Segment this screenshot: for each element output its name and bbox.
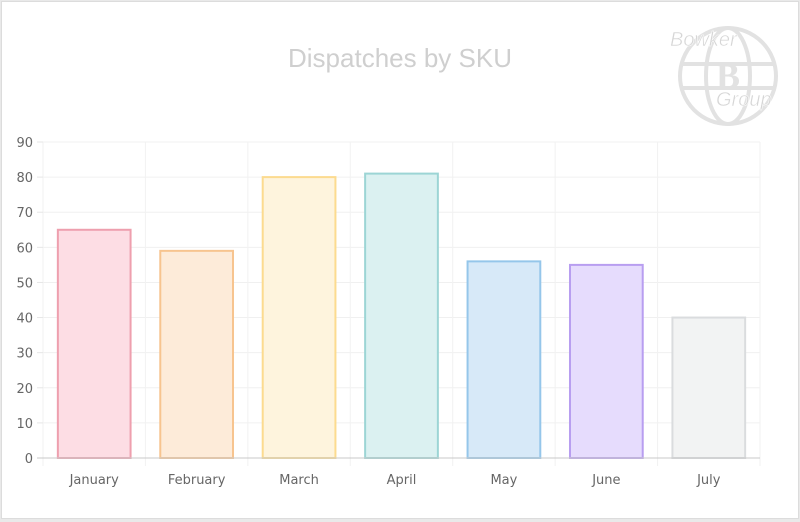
x-tick-label: February [168,473,226,488]
x-tick-label: June [591,473,620,488]
bar-january [56,228,132,459]
y-tick-label: 70 [16,206,33,221]
bar-july [671,316,747,459]
bar-april [364,172,439,459]
bar-chart: 0 10 20 30 40 50 60 70 80 90 January February March A… [16,136,761,488]
y-tick-label: 40 [16,312,33,327]
bar-june [568,263,644,459]
bar-february [159,249,235,459]
bar-may [466,260,542,459]
y-tick-label: 20 [16,382,33,397]
x-tick-label: January [69,473,120,488]
x-tick-label: May [490,473,517,488]
bars [56,172,747,459]
y-tick-label: 0 [25,452,33,467]
y-tick-label: 60 [16,241,33,256]
y-tick-label: 80 [16,171,33,186]
y-tick-label: 30 [16,347,33,362]
y-tick-label: 90 [16,136,33,151]
y-tick-label: 10 [16,417,33,432]
x-tick-label: March [279,473,319,488]
bar-march [261,176,337,459]
y-tick-label: 50 [16,276,33,291]
x-tick-label: July [696,473,721,488]
x-tick-label: April [387,473,417,488]
